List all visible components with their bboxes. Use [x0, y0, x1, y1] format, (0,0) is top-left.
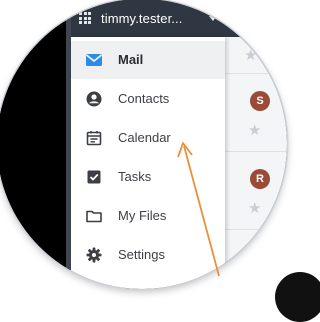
avatar[interactable]: S [250, 91, 270, 111]
star-icon[interactable]: ★ [248, 121, 261, 139]
background-panel [0, 0, 65, 289]
calendar-icon [85, 129, 103, 147]
star-icon[interactable]: ★ [244, 46, 257, 64]
row-separator [225, 229, 287, 230]
contact-icon [85, 90, 103, 108]
avatar[interactable]: R [250, 169, 270, 189]
star-icon[interactable]: ★ [248, 199, 261, 217]
mail-icon [85, 51, 103, 69]
list-header-bar [231, 0, 287, 37]
menu-item-label: Contacts [118, 91, 170, 106]
menu-item-calendar[interactable]: Calendar [71, 119, 225, 157]
menu-item-settings[interactable]: Settings [71, 236, 225, 274]
app-switcher-menu: Mail Contacts Calendar Tasks My Files Se… [71, 37, 225, 289]
corner-shape [275, 272, 320, 322]
grid-apps-icon[interactable] [79, 12, 91, 24]
menu-item-label: Calendar [118, 130, 171, 145]
menu-item-label: My Files [118, 208, 167, 223]
magnified-view: ★ S ★ R ★ timmy.tester... Mail Contacts … [0, 0, 287, 289]
menu-item-label: Tasks [118, 169, 152, 184]
menu-item-my-files[interactable]: My Files [71, 197, 225, 235]
account-name[interactable]: timmy.tester... [101, 11, 182, 26]
email-list [225, 37, 287, 289]
menu-item-mail[interactable]: Mail [71, 41, 225, 79]
gear-icon [85, 246, 103, 264]
menu-item-label: Mail [118, 52, 144, 67]
checkbox-icon [85, 168, 103, 186]
menu-item-contacts[interactable]: Contacts [71, 80, 225, 118]
folder-icon [85, 207, 103, 225]
chevron-down-icon[interactable] [209, 16, 217, 21]
menu-item-tasks[interactable]: Tasks [71, 158, 225, 196]
row-separator [225, 151, 287, 152]
menu-item-label: Settings [118, 247, 165, 262]
account-header[interactable]: timmy.tester... [71, 0, 231, 37]
row-separator [225, 73, 287, 74]
